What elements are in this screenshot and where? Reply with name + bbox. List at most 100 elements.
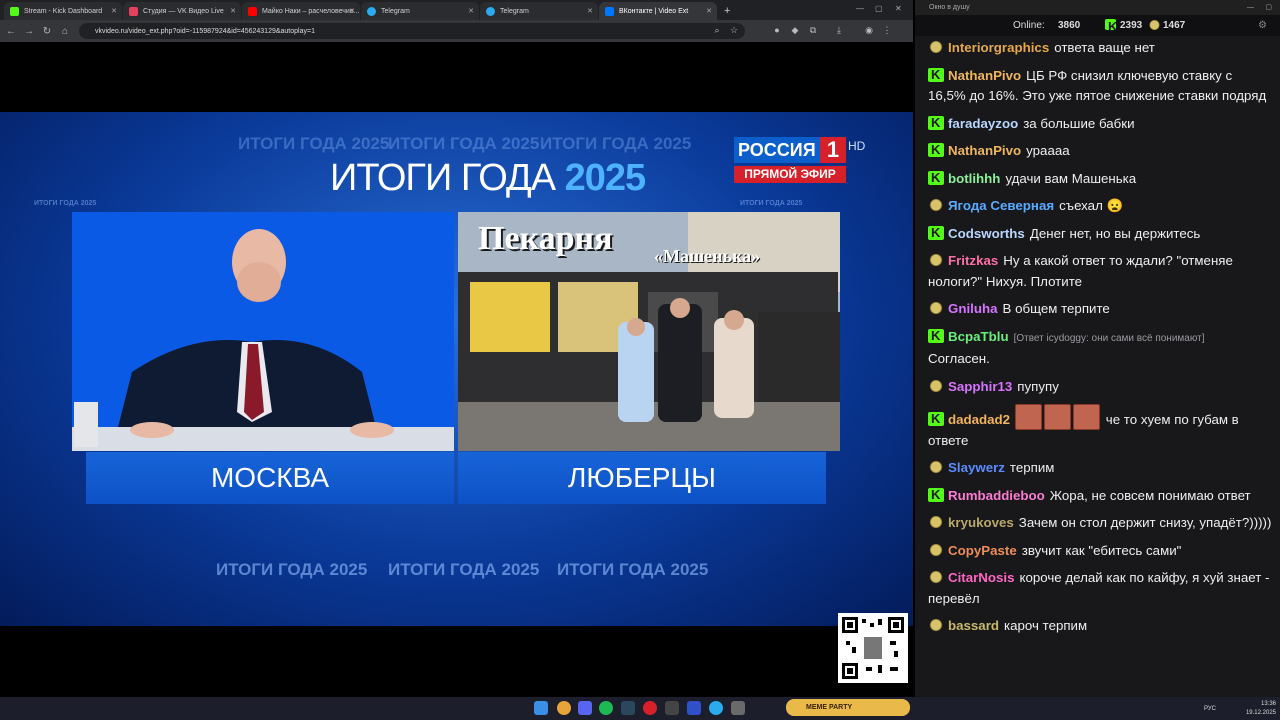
background-text: ИТОГИ ГОДА 2025 <box>34 200 97 207</box>
chat-username[interactable]: Codsworths <box>948 226 1025 241</box>
telegram-favicon-icon <box>367 6 376 16</box>
kick-platform-icon <box>928 65 944 85</box>
emote-image <box>1044 404 1072 430</box>
maximize-icon[interactable]: ▢ <box>1265 0 1272 15</box>
settings-icon[interactable]: ⚙ <box>1258 15 1267 36</box>
tab-telegram-2[interactable]: Telegram ✕ <box>480 2 598 20</box>
chat-message: NathanPivo ураааа <box>928 140 1272 162</box>
discord-icon[interactable] <box>578 701 592 715</box>
tab-kick-dashboard[interactable]: Stream - Kick Dashboard ✕ <box>4 2 122 20</box>
chat-message-text: Денег нет, но вы держитесь <box>1029 225 1201 241</box>
clock-date[interactable]: 19.12.2025 <box>1246 709 1276 718</box>
close-tab-icon[interactable]: ✕ <box>468 7 474 15</box>
download-icon[interactable]: ⤓ <box>834 25 844 35</box>
maximize-icon[interactable]: ▢ <box>875 4 883 13</box>
tab-label: Stream - Kick Dashboard <box>24 7 103 15</box>
background-text: ИТОГИ ГОДА 2025 <box>388 134 540 153</box>
kick-platform-icon <box>928 326 944 346</box>
forward-icon[interactable]: → <box>22 26 36 37</box>
profile-icon[interactable]: ◉ <box>864 25 874 35</box>
chat-message-text: В общем терпите <box>1002 301 1110 316</box>
extension-icon[interactable]: ● <box>772 25 782 35</box>
close-window-icon[interactable]: ✕ <box>895 4 902 13</box>
vk-platform-icon <box>928 570 944 584</box>
minimize-icon[interactable]: — <box>856 4 864 13</box>
video-player[interactable]: ИТОГИ ГОДА 2025 ИТОГИ ГОДА 2025 ИТОГИ ГО… <box>0 112 913 626</box>
app-icon[interactable] <box>731 701 745 715</box>
tab-telegram-1[interactable]: Telegram ✕ <box>361 2 479 20</box>
chat-username[interactable]: dadadad2 <box>948 412 1010 427</box>
chat-username[interactable]: NathanPivo <box>948 68 1021 83</box>
tab-label: Telegram <box>381 7 410 15</box>
start-icon[interactable] <box>534 701 548 715</box>
close-tab-icon[interactable]: ✕ <box>349 7 355 15</box>
chat-username[interactable]: Sapphir13 <box>948 379 1012 394</box>
chat-username[interactable]: Fritzkas <box>948 253 998 268</box>
youtube-favicon-icon <box>248 6 257 16</box>
tab-vk-studio[interactable]: Студия — VK Видео Live ✕ <box>123 2 241 20</box>
tab-vk-video-ext[interactable]: ВКонтакте | Video Ext ✕ <box>599 2 717 20</box>
tab-label: Студия — VK Видео Live <box>143 7 224 15</box>
chat-username[interactable]: Gniluha <box>948 301 998 316</box>
bakery-sign: Пекарня <box>478 220 613 257</box>
kick-icon <box>1105 16 1117 37</box>
chat-username[interactable]: faradayzoo <box>948 116 1018 131</box>
chat-message: kryukoves Зачем он стол держит снизу, упа… <box>928 513 1272 534</box>
telegram-icon[interactable] <box>709 701 723 715</box>
vk-platform-icon <box>928 40 944 54</box>
close-tab-icon[interactable]: ✕ <box>587 7 593 15</box>
clock-time[interactable]: 13:36 <box>1246 700 1276 709</box>
bookmark-star-icon[interactable]: ☆ <box>729 25 739 35</box>
chat-username[interactable]: bassard <box>948 618 999 633</box>
chat-username[interactable]: kryukoves <box>948 515 1014 530</box>
close-tab-icon[interactable]: ✕ <box>706 7 712 15</box>
chat-username[interactable]: NathanPivo <box>948 143 1021 158</box>
background-text: ИТОГИ ГОДА 2025 <box>388 560 540 579</box>
telegram-favicon-icon <box>486 6 495 16</box>
chat-message-text: Согласен. <box>928 351 990 366</box>
online-count: 3860 <box>1058 20 1081 31</box>
reload-icon[interactable]: ↻ <box>40 26 54 37</box>
extensions-puzzle-icon[interactable]: ⧉ <box>808 25 818 35</box>
spotify-icon[interactable] <box>599 701 613 715</box>
new-tab-button[interactable]: + <box>724 5 730 17</box>
vk-platform-icon <box>928 618 944 632</box>
language-indicator[interactable]: РУС <box>1204 705 1216 714</box>
menu-icon[interactable]: ⋮ <box>882 25 892 35</box>
vk-platform-icon <box>928 542 944 557</box>
steam-icon[interactable] <box>621 701 635 715</box>
chat-username[interactable]: Ягода Северная <box>948 198 1054 213</box>
home-icon[interactable]: ⌂ <box>58 26 72 37</box>
viewer-stats: Online: 3860 2393 1467 ⚙ <box>915 15 1280 37</box>
app-icon[interactable] <box>643 701 657 715</box>
vk-platform-icon <box>928 515 944 529</box>
chrome-icon[interactable] <box>557 701 571 715</box>
chat-username[interactable]: BcpaTblu <box>948 329 1009 344</box>
app-icon[interactable] <box>687 701 701 715</box>
chat-message-text: съехал 😦 <box>1059 198 1124 213</box>
chat-username[interactable]: CitarNosis <box>948 570 1015 585</box>
caption-right: ЛЮБЕРЦЫ <box>458 452 826 504</box>
chat-username[interactable]: Interiorgraphics <box>948 40 1049 55</box>
tab-youtube[interactable]: Майко Наки – расчеловечив... ✕ <box>242 2 360 20</box>
minimize-icon[interactable]: — <box>1247 0 1254 15</box>
close-tab-icon[interactable]: ✕ <box>111 7 117 15</box>
close-tab-icon[interactable]: ✕ <box>230 7 236 15</box>
back-icon[interactable]: ← <box>4 26 18 37</box>
chat-username[interactable]: botlihhh <box>948 171 1000 186</box>
chat-username[interactable]: Rumbaddieboo <box>948 488 1045 503</box>
vk-icon <box>1148 19 1161 31</box>
vk-platform-icon <box>928 460 944 474</box>
zoom-icon[interactable]: ⌕ <box>712 25 722 35</box>
chat-message-text: Зачем он стол держит снизу, упадёт?))))) <box>1018 515 1272 530</box>
chat-username[interactable]: Slaywerz <box>948 460 1005 475</box>
extension-icon[interactable]: ◆ <box>790 25 800 35</box>
obs-icon[interactable] <box>665 701 679 715</box>
url-field[interactable]: vkvideo.ru/video_ext.php?oid=-115987924&… <box>79 23 745 39</box>
meme-party-widget[interactable]: MEME PARTY <box>786 699 910 716</box>
chat-message-text: ураааа <box>1026 143 1070 158</box>
tab-label: ВКонтакте | Video Ext <box>619 7 689 15</box>
bakery-sign-sub: «Машенька» <box>654 246 761 266</box>
kick-platform-icon <box>928 113 944 133</box>
chat-username[interactable]: CopyPaste <box>948 543 1017 558</box>
